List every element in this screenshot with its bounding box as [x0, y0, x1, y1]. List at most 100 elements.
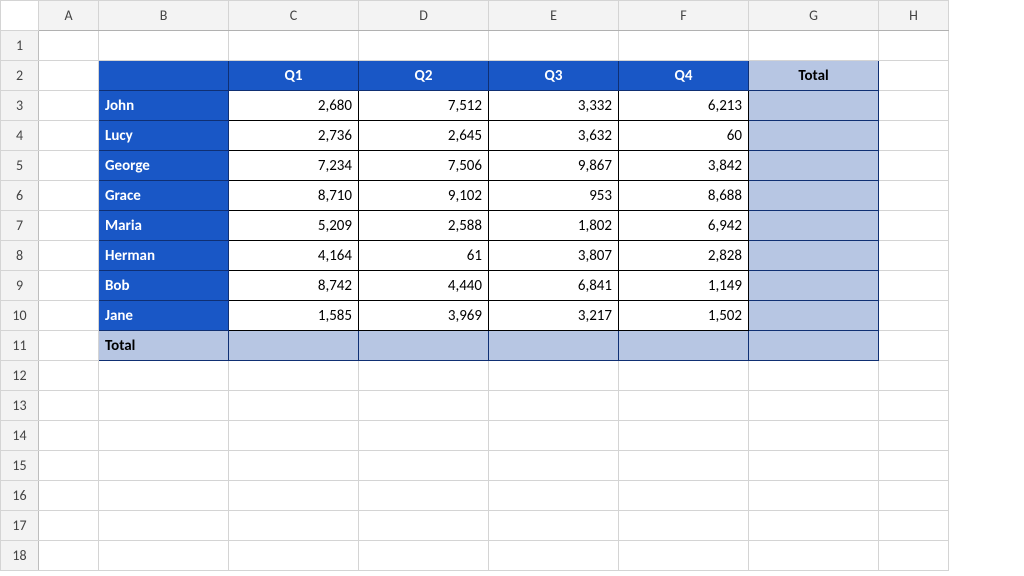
row-header-8[interactable]: 8: [1, 241, 39, 271]
cell-D5[interactable]: 7,506: [359, 151, 489, 181]
spreadsheet-grid[interactable]: A B C D E F G H 1 2 Q1 Q2 Q3 Q4 Total 3 …: [0, 0, 949, 571]
cell-B8-name[interactable]: Herman: [99, 241, 229, 271]
cell-F17[interactable]: [619, 511, 749, 541]
cell-A7[interactable]: [39, 211, 99, 241]
cell-C15[interactable]: [229, 451, 359, 481]
cell-B1[interactable]: [99, 31, 229, 61]
cell-F8[interactable]: 2,828: [619, 241, 749, 271]
cell-B17[interactable]: [99, 511, 229, 541]
cell-F5[interactable]: 3,842: [619, 151, 749, 181]
row-header-15[interactable]: 15: [1, 451, 39, 481]
cell-C17[interactable]: [229, 511, 359, 541]
cell-F9[interactable]: 1,149: [619, 271, 749, 301]
cell-H11[interactable]: [879, 331, 949, 361]
row-header-5[interactable]: 5: [1, 151, 39, 181]
cell-D11-total[interactable]: [359, 331, 489, 361]
cell-F3[interactable]: 6,213: [619, 91, 749, 121]
cell-D14[interactable]: [359, 421, 489, 451]
cell-F6[interactable]: 8,688: [619, 181, 749, 211]
cell-H7[interactable]: [879, 211, 949, 241]
cell-H2[interactable]: [879, 61, 949, 91]
col-header-H[interactable]: H: [879, 1, 949, 31]
cell-F18[interactable]: [619, 541, 749, 571]
cell-F12[interactable]: [619, 361, 749, 391]
cell-A18[interactable]: [39, 541, 99, 571]
cell-D3[interactable]: 7,512: [359, 91, 489, 121]
row-header-18[interactable]: 18: [1, 541, 39, 571]
cell-A5[interactable]: [39, 151, 99, 181]
cell-A13[interactable]: [39, 391, 99, 421]
cell-A16[interactable]: [39, 481, 99, 511]
cell-C2-q1-header[interactable]: Q1: [229, 61, 359, 91]
cell-C18[interactable]: [229, 541, 359, 571]
row-header-2[interactable]: 2: [1, 61, 39, 91]
cell-H9[interactable]: [879, 271, 949, 301]
col-header-E[interactable]: E: [489, 1, 619, 31]
row-header-6[interactable]: 6: [1, 181, 39, 211]
cell-E11-total[interactable]: [489, 331, 619, 361]
cell-G16[interactable]: [749, 481, 879, 511]
cell-F13[interactable]: [619, 391, 749, 421]
cell-H4[interactable]: [879, 121, 949, 151]
cell-G14[interactable]: [749, 421, 879, 451]
cell-E14[interactable]: [489, 421, 619, 451]
cell-G11-total[interactable]: [749, 331, 879, 361]
cell-D13[interactable]: [359, 391, 489, 421]
cell-G4-total[interactable]: [749, 121, 879, 151]
row-header-17[interactable]: 17: [1, 511, 39, 541]
cell-C6[interactable]: 8,710: [229, 181, 359, 211]
cell-F4[interactable]: 60: [619, 121, 749, 151]
cell-H16[interactable]: [879, 481, 949, 511]
cell-F2-q4-header[interactable]: Q4: [619, 61, 749, 91]
cell-A2[interactable]: [39, 61, 99, 91]
cell-C11-total[interactable]: [229, 331, 359, 361]
cell-F16[interactable]: [619, 481, 749, 511]
cell-C8[interactable]: 4,164: [229, 241, 359, 271]
cell-A1[interactable]: [39, 31, 99, 61]
cell-H5[interactable]: [879, 151, 949, 181]
cell-H12[interactable]: [879, 361, 949, 391]
cell-A3[interactable]: [39, 91, 99, 121]
cell-H8[interactable]: [879, 241, 949, 271]
cell-A14[interactable]: [39, 421, 99, 451]
cell-C16[interactable]: [229, 481, 359, 511]
cell-G3-total[interactable]: [749, 91, 879, 121]
cell-E10[interactable]: 3,217: [489, 301, 619, 331]
cell-B5-name[interactable]: George: [99, 151, 229, 181]
cell-H10[interactable]: [879, 301, 949, 331]
cell-B6-name[interactable]: Grace: [99, 181, 229, 211]
row-header-14[interactable]: 14: [1, 421, 39, 451]
cell-C14[interactable]: [229, 421, 359, 451]
cell-H14[interactable]: [879, 421, 949, 451]
cell-D8[interactable]: 61: [359, 241, 489, 271]
col-header-B[interactable]: B: [99, 1, 229, 31]
cell-D2-q2-header[interactable]: Q2: [359, 61, 489, 91]
cell-C13[interactable]: [229, 391, 359, 421]
cell-B15[interactable]: [99, 451, 229, 481]
cell-A6[interactable]: [39, 181, 99, 211]
row-header-12[interactable]: 12: [1, 361, 39, 391]
cell-B13[interactable]: [99, 391, 229, 421]
cell-D16[interactable]: [359, 481, 489, 511]
cell-B3-name[interactable]: John: [99, 91, 229, 121]
row-header-4[interactable]: 4: [1, 121, 39, 151]
cell-E8[interactable]: 3,807: [489, 241, 619, 271]
cell-E6[interactable]: 953: [489, 181, 619, 211]
cell-G9-total[interactable]: [749, 271, 879, 301]
cell-B14[interactable]: [99, 421, 229, 451]
cell-B16[interactable]: [99, 481, 229, 511]
cell-D6[interactable]: 9,102: [359, 181, 489, 211]
cell-G7-total[interactable]: [749, 211, 879, 241]
row-header-16[interactable]: 16: [1, 481, 39, 511]
cell-E1[interactable]: [489, 31, 619, 61]
cell-E7[interactable]: 1,802: [489, 211, 619, 241]
row-header-11[interactable]: 11: [1, 331, 39, 361]
cell-G10-total[interactable]: [749, 301, 879, 331]
cell-G8-total[interactable]: [749, 241, 879, 271]
cell-H17[interactable]: [879, 511, 949, 541]
cell-C1[interactable]: [229, 31, 359, 61]
row-header-13[interactable]: 13: [1, 391, 39, 421]
cell-D17[interactable]: [359, 511, 489, 541]
cell-F11-total[interactable]: [619, 331, 749, 361]
cell-B18[interactable]: [99, 541, 229, 571]
